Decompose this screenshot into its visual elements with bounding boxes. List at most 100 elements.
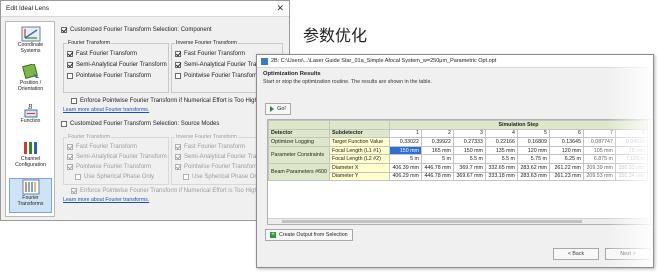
checkbox-box[interactable] bbox=[61, 27, 67, 33]
table-header-row-1: Simulation Step bbox=[268, 120, 648, 130]
value-cell[interactable]: 150.34 mm bbox=[614, 171, 648, 182]
checkbox-box[interactable] bbox=[61, 121, 67, 127]
back-button[interactable]: < Back bbox=[553, 248, 599, 260]
horizontal-scrollbar[interactable] bbox=[268, 218, 650, 224]
learn-more-link[interactable]: Learn more about Fourier transforms. bbox=[63, 197, 149, 203]
source-modes-selection-checkbox[interactable]: Customized Fourier Transform Selection: … bbox=[61, 121, 219, 127]
value-cell[interactable]: 0.33022 bbox=[388, 137, 422, 147]
step-header[interactable]: 8 bbox=[614, 128, 648, 139]
create-output-button[interactable]: + Create Output from Selection bbox=[265, 229, 353, 241]
value-cell[interactable]: 5 m bbox=[420, 154, 454, 164]
value-cell[interactable]: 446.78 mm bbox=[420, 162, 454, 173]
step-header[interactable]: 6 bbox=[548, 128, 584, 139]
source-ft-title: Fourier Transform bbox=[67, 134, 112, 140]
checkbox-box[interactable] bbox=[71, 98, 77, 104]
component-selection-checkbox[interactable]: Customized Fourier Transform Selection: … bbox=[61, 27, 212, 33]
results-table-container[interactable]: Simulation Step Detector Subdetector 1 2… bbox=[267, 119, 651, 225]
nav-item-function[interactable]: B Function bbox=[9, 102, 52, 137]
option-label: Semi-Analytical Fourier Transform bbox=[76, 62, 167, 68]
value-cell[interactable]: 150.33 mm bbox=[614, 162, 648, 173]
scrollbar-thumb[interactable] bbox=[282, 220, 582, 223]
add-output-icon: + bbox=[270, 232, 276, 238]
value-cell[interactable]: 120 mm bbox=[548, 145, 584, 156]
value-cell[interactable]: 5.5 m bbox=[452, 154, 486, 164]
checkbox-box[interactable] bbox=[175, 51, 181, 57]
step-header[interactable]: 5 bbox=[516, 128, 550, 139]
simulation-step-header: Simulation Step bbox=[388, 120, 648, 130]
nav-item-position-orientation[interactable]: Position / Orientation bbox=[9, 64, 52, 99]
checkbox-box[interactable] bbox=[67, 62, 73, 68]
component-enforce-pointwise[interactable]: Enforce Pointwise Fourier Transform if N… bbox=[71, 98, 267, 104]
subdetector-cell[interactable]: Target Function Value bbox=[328, 137, 390, 147]
step-header[interactable]: 7 bbox=[582, 128, 616, 139]
source-ift-fast: Fast Fourier Transform bbox=[175, 144, 245, 150]
value-cell[interactable]: 209.39 mm bbox=[582, 162, 616, 173]
nav-item-coordinate-systems[interactable]: Coordinate Systems bbox=[9, 26, 52, 61]
component-ft-pointwise[interactable]: Pointwise Fourier Transform bbox=[67, 73, 151, 79]
component-ft-semi[interactable]: Semi-Analytical Fourier Transform bbox=[67, 62, 167, 68]
value-cell[interactable]: 0.39922 bbox=[420, 137, 454, 147]
component-ift-pointwise[interactable]: Pointwise Fourier Transform bbox=[175, 73, 259, 79]
step-header[interactable]: 2 bbox=[420, 128, 454, 139]
value-cell[interactable]: 135 mm bbox=[484, 145, 518, 156]
go-button[interactable]: Go! bbox=[265, 103, 291, 115]
subdetector-cell[interactable]: Diameter X bbox=[328, 162, 390, 173]
component-ift-fast[interactable]: Fast Fourier Transform bbox=[175, 51, 245, 57]
step-header[interactable]: 1 bbox=[388, 128, 422, 139]
value-cell[interactable]: 369.67 mm bbox=[452, 171, 486, 182]
value-cell[interactable]: 0.22166 bbox=[484, 137, 518, 147]
learn-more-link[interactable]: Learn more about Fourier transforms. bbox=[63, 107, 149, 113]
detector-cell[interactable]: Beam Parameters #600 bbox=[268, 162, 330, 182]
value-cell[interactable]: 333.18 mm bbox=[484, 171, 518, 182]
value-cell[interactable]: 6.875 m bbox=[582, 154, 616, 164]
value-cell[interactable]: 5.5 m bbox=[484, 154, 518, 164]
value-cell[interactable]: 5 m bbox=[388, 154, 422, 164]
value-cell[interactable]: 406.29 mm bbox=[388, 171, 422, 182]
next-button[interactable]: Next > bbox=[605, 248, 651, 260]
step-header[interactable]: 4 bbox=[484, 128, 518, 139]
detector-cell[interactable]: Optimizer Logging bbox=[268, 137, 330, 147]
checkbox-box[interactable] bbox=[175, 73, 181, 79]
value-cell[interactable]: 446.78 mm bbox=[420, 171, 454, 182]
close-icon[interactable]: ✕ bbox=[276, 3, 284, 14]
value-cell[interactable]: 283.63 mm bbox=[516, 171, 550, 182]
value-cell[interactable]: 332.65 mm bbox=[484, 162, 518, 173]
value-cell[interactable]: 283.62 mm bbox=[516, 162, 550, 173]
value-cell[interactable]: 209.53 mm bbox=[582, 171, 616, 182]
value-cell[interactable]: 261.23 mm bbox=[548, 171, 584, 182]
value-cell[interactable]: 75 mm bbox=[614, 145, 648, 156]
value-cell[interactable]: 7.125 m bbox=[614, 154, 648, 164]
value-cell[interactable]: 0.087747 bbox=[582, 137, 616, 147]
value-cell[interactable]: 0.27333 bbox=[452, 137, 486, 147]
value-cell[interactable]: 105 mm bbox=[582, 145, 616, 156]
value-cell[interactable]: 0.13645 bbox=[548, 137, 584, 147]
value-cell[interactable]: 120 mm bbox=[516, 145, 550, 156]
value-cell[interactable]: 0.16809 bbox=[516, 137, 550, 147]
detector-cell[interactable]: Parameter Constraints bbox=[268, 145, 330, 164]
step-header[interactable]: 3 bbox=[452, 128, 486, 139]
component-ft-fast[interactable]: Fast Fourier Transform bbox=[67, 51, 137, 57]
value-cell[interactable]: 6.25 m bbox=[548, 154, 584, 164]
value-cell[interactable]: 406.39 mm bbox=[388, 162, 422, 173]
option-label: Use Spherical Phase Only bbox=[192, 174, 263, 180]
value-cell[interactable]: 150 mm bbox=[452, 145, 486, 156]
nav-item-channel-configuration[interactable]: Channel Configuration bbox=[9, 140, 52, 175]
section-title: Optimization Results bbox=[263, 71, 321, 77]
enforce-label: Enforce Pointwise Fourier Transform if N… bbox=[80, 98, 258, 104]
header-empty bbox=[328, 120, 390, 130]
value-cell[interactable]: 5.75 m bbox=[516, 154, 550, 164]
value-cell[interactable]: 261.22 mm bbox=[548, 162, 584, 173]
checkbox-box[interactable] bbox=[175, 62, 181, 68]
checkbox-box bbox=[67, 164, 73, 170]
nav-item-fourier-transforms[interactable]: Fourier Transforms bbox=[9, 178, 52, 213]
selected-value-cell[interactable]: 150 mm bbox=[388, 145, 422, 156]
checkbox-box[interactable] bbox=[67, 51, 73, 57]
subdetector-cell[interactable]: Focal Length (L2 #2) bbox=[328, 154, 390, 164]
subdetector-cell[interactable]: Diameter Y bbox=[328, 171, 390, 182]
component-ift-title: Inverse Fourier Transform bbox=[175, 40, 238, 46]
checkbox-box[interactable] bbox=[67, 73, 73, 79]
value-cell[interactable]: 165 mm bbox=[420, 145, 454, 156]
value-cell[interactable]: 0.04524 bbox=[614, 137, 648, 147]
value-cell[interactable]: 369.7 mm bbox=[452, 162, 486, 173]
subdetector-cell[interactable]: Focal Length (L1 #1) bbox=[328, 145, 390, 156]
